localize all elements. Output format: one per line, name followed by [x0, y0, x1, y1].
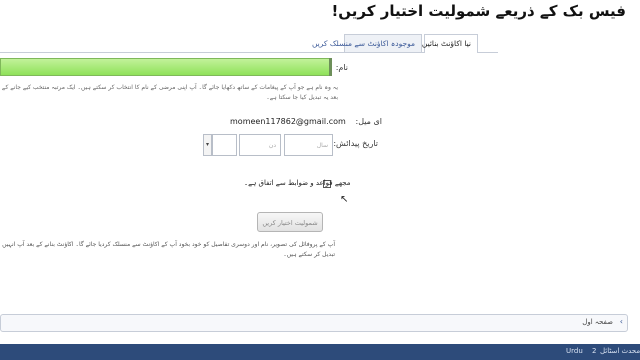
dob-day-select[interactable]: دن — [239, 134, 281, 156]
join-button[interactable]: شمولیت اختیار کریں — [257, 212, 323, 232]
agree-label: مجھے قواعد و ضوابط سے اتفاق ہے۔ — [244, 179, 351, 187]
name-label: نام: — [335, 63, 348, 72]
dob-month-select[interactable] — [212, 134, 237, 156]
dob-label: تاریخ پیدائش: — [333, 139, 378, 148]
first-page-link[interactable]: صفحہ اول — [582, 318, 613, 326]
email-label: ای میل: — [355, 117, 382, 126]
language-text[interactable]: Urdu — [566, 347, 583, 355]
pager: ‹ صفحہ اول — [0, 314, 628, 332]
count-text: 2 — [592, 347, 597, 355]
tab-bar: نیا اکاؤنٹ بنائیں موجودہ اکاؤنٹ سے منسلک… — [0, 32, 498, 53]
bottom-bar: Urdu 2 محدث اسٹائل — [0, 344, 640, 360]
name-input[interactable] — [0, 58, 330, 76]
chevron-left-icon[interactable]: ‹ — [620, 317, 623, 326]
style-text[interactable]: محدث اسٹائل — [600, 347, 640, 355]
mouse-cursor-icon: ↖ — [340, 194, 349, 205]
dob-year-select[interactable]: سال — [284, 134, 333, 156]
email-value: momeen117862@gmail.com — [230, 117, 346, 126]
name-input-edge — [329, 58, 332, 76]
chevron-down-icon[interactable]: ▾ — [203, 134, 212, 156]
tab-link-existing-account[interactable]: موجودہ اکاؤنٹ سے منسلک کریں — [312, 34, 422, 52]
tab-create-account[interactable]: نیا اکاؤنٹ بنائیں — [422, 34, 478, 53]
profile-link-note: آپ کے پروفائل کی تصویر، نام اور دوسری تف… — [2, 241, 335, 258]
name-hint: یہ وہ نام ہے جو آپ کے پیغامات کے ساتھ دک… — [1, 84, 338, 101]
page-title: فیس بک کے ذریعے شمولیت اختیار کریں! — [331, 2, 626, 20]
